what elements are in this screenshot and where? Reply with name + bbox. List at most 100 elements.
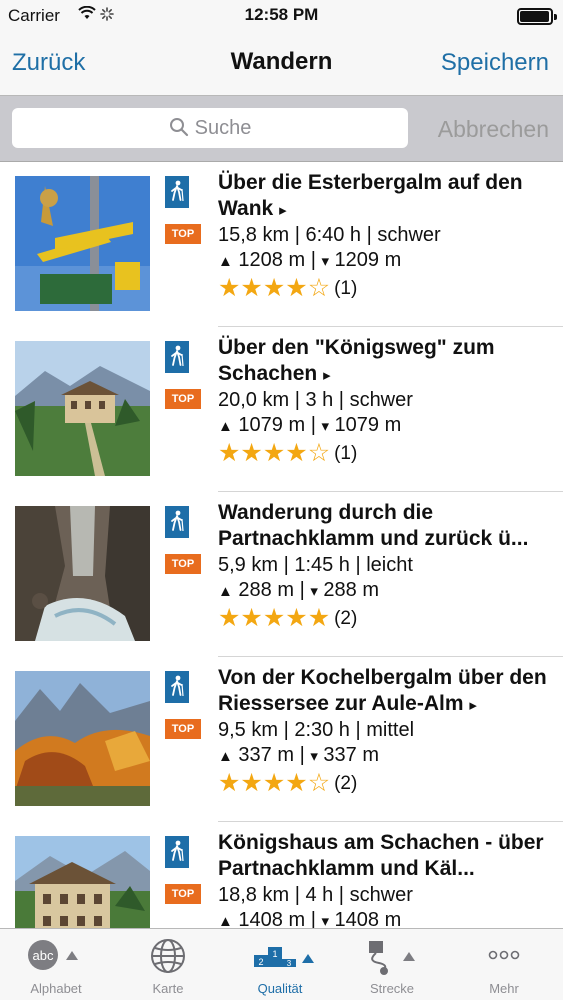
tab-mehr[interactable]: Mehr: [448, 929, 560, 1000]
tour-stats: 15,8 km | 6:40 h | schwer: [218, 224, 441, 246]
tab-strecke[interactable]: Strecke: [336, 929, 448, 1000]
rating-count: (1): [334, 278, 358, 299]
star-empty-icon: ☆: [307, 439, 331, 467]
tab-label: Karte: [152, 981, 184, 996]
star-rating: ★★★★☆ (1): [218, 273, 357, 303]
tour-stats: 9,5 km | 2:30 h | mittel: [218, 719, 415, 741]
tour-list-item[interactable]: TOP Wanderung durch die Partnachklamm und…: [0, 492, 563, 657]
star-rating: ★★★★☆ (1): [218, 438, 357, 468]
star-filled-icon: ★: [218, 604, 241, 632]
tour-elevation: ▲ 288 m | ▾ 288 m: [218, 579, 380, 601]
navigation-bar: Zurück Wandern Speichern: [0, 32, 563, 96]
search-icon: [169, 117, 195, 139]
tab-karte[interactable]: Karte: [112, 929, 224, 1000]
rating-count: (2): [334, 773, 358, 794]
star-filled-icon: ★: [285, 769, 308, 797]
hiking-icon: [165, 506, 189, 538]
rating-count: (1): [334, 443, 358, 464]
tour-title: Über die Esterbergalm auf den Wank ▸: [218, 170, 553, 222]
tour-title: Wanderung durch die Partnachklamm und zu…: [218, 500, 553, 552]
descent-icon: ▾: [321, 253, 329, 270]
battery-icon: [517, 8, 557, 25]
descent-icon: ▾: [321, 418, 329, 435]
star-rating: ★★★★★ (2): [218, 603, 357, 633]
ascent-icon: ▲: [218, 748, 233, 765]
descent-icon: ▾: [310, 748, 318, 765]
tour-title-text: Wanderung durch die Partnachklamm und zu…: [218, 501, 529, 550]
signpost-image: [15, 176, 150, 311]
descent-icon: ▾: [321, 913, 329, 928]
tour-list-item[interactable]: TOP Über die Esterbergalm auf den Wank ▸ 1…: [0, 162, 563, 327]
top-badge: TOP: [165, 389, 201, 409]
star-filled-icon: ★: [262, 769, 286, 797]
tour-stats: 18,8 km | 4 h | schwer: [218, 884, 413, 906]
star-filled-icon: ★: [240, 274, 263, 302]
descent-value: 1209 m: [334, 249, 402, 271]
svg-text:abc: abc: [33, 948, 54, 963]
tab-label: Strecke: [369, 981, 415, 996]
tour-elevation: ▲ 1408 m | ▾ 1408 m: [218, 909, 401, 928]
ascent-icon: ▲: [218, 253, 233, 270]
disclosure-arrow-icon: ▸: [279, 202, 287, 219]
descent-icon: ▾: [310, 583, 318, 600]
star-filled-icon: ★: [240, 769, 263, 797]
top-badge: TOP: [165, 719, 201, 739]
svg-text:2: 2: [258, 957, 263, 967]
ascent-value: 337 m: [238, 744, 295, 766]
star-filled-icon: ★: [240, 604, 263, 632]
ascent-icon: ▲: [218, 583, 233, 600]
ascent-value: 288 m: [238, 579, 295, 601]
hiking-icon: [165, 671, 189, 703]
descent-value: 1408 m: [334, 909, 402, 928]
descent-value: 337 m: [323, 744, 380, 766]
tab-bar: abc Alphabet Karte 213 Qualität Strecke …: [0, 928, 563, 1000]
tour-title-text: Über den "Königsweg" zum Schachen: [218, 336, 495, 385]
ascent-icon: ▲: [218, 418, 233, 435]
hiking-icon: [165, 341, 189, 373]
star-filled-icon: ★: [218, 769, 241, 797]
svg-text:1: 1: [272, 949, 277, 959]
tab-label: Mehr: [489, 981, 519, 996]
ascent-icon: ▲: [218, 913, 233, 928]
tour-title-text: Königshaus am Schachen - über Partnachkl…: [218, 831, 544, 880]
search-placeholder: Suche: [194, 117, 252, 139]
mountain-hut-image: [15, 341, 150, 476]
svg-text:3: 3: [287, 959, 292, 968]
status-bar: Carrier 12:58 PM: [0, 0, 563, 32]
cancel-button[interactable]: Abbrechen: [438, 116, 549, 143]
search-input[interactable]: Suche: [12, 108, 408, 148]
disclosure-arrow-icon: ▸: [469, 697, 477, 714]
hiking-icon: [165, 176, 189, 208]
ascent-value: 1208 m: [238, 249, 306, 271]
tour-elevation: ▲ 1079 m | ▾ 1079 m: [218, 414, 402, 436]
tour-list-item[interactable]: TOP Über den "Königsweg" zum Schachen ▸ 20…: [0, 327, 563, 492]
rating-count: (2): [334, 608, 358, 629]
tab-label: Qualität: [257, 981, 303, 996]
star-filled-icon: ★: [285, 274, 308, 302]
star-filled-icon: ★: [285, 439, 308, 467]
tab-qualitaet[interactable]: 21 3 Qualität: [224, 929, 336, 1000]
top-badge: TOP: [165, 884, 201, 904]
ascent-value: 1079 m: [238, 414, 306, 436]
descent-value: 1079 m: [334, 414, 402, 436]
tour-stats: 20,0 km | 3 h | schwer: [218, 389, 413, 411]
star-empty-icon: ☆: [307, 769, 331, 797]
ascent-value: 1408 m: [238, 909, 306, 928]
tour-list-item[interactable]: TOP Königshaus am Schachen - über Partnac…: [0, 822, 563, 928]
gorge-image: [15, 506, 150, 641]
tour-list[interactable]: TOP Über die Esterbergalm auf den Wank ▸ 1…: [0, 162, 563, 928]
tour-elevation: ▲ 337 m | ▾ 337 m: [218, 744, 380, 766]
star-filled-icon: ★: [285, 604, 308, 632]
save-button[interactable]: Speichern: [441, 49, 549, 77]
tour-list-item[interactable]: TOP Von der Kochelbergalm über den Riesse…: [0, 657, 563, 822]
top-badge: TOP: [165, 554, 201, 574]
tour-title: Königshaus am Schachen - über Partnachkl…: [218, 830, 553, 882]
tour-title: Von der Kochelbergalm über den Riesserse…: [218, 665, 553, 717]
autumn-lake-image: [15, 671, 150, 806]
star-filled-icon: ★: [240, 439, 263, 467]
star-rating: ★★★★☆ (2): [218, 768, 357, 798]
tour-elevation: ▲ 1208 m | ▾ 1209 m: [218, 249, 402, 271]
tab-alphabet[interactable]: abc Alphabet: [0, 929, 112, 1000]
star-filled-icon: ★: [307, 604, 331, 632]
royal-house-image: [15, 836, 150, 928]
